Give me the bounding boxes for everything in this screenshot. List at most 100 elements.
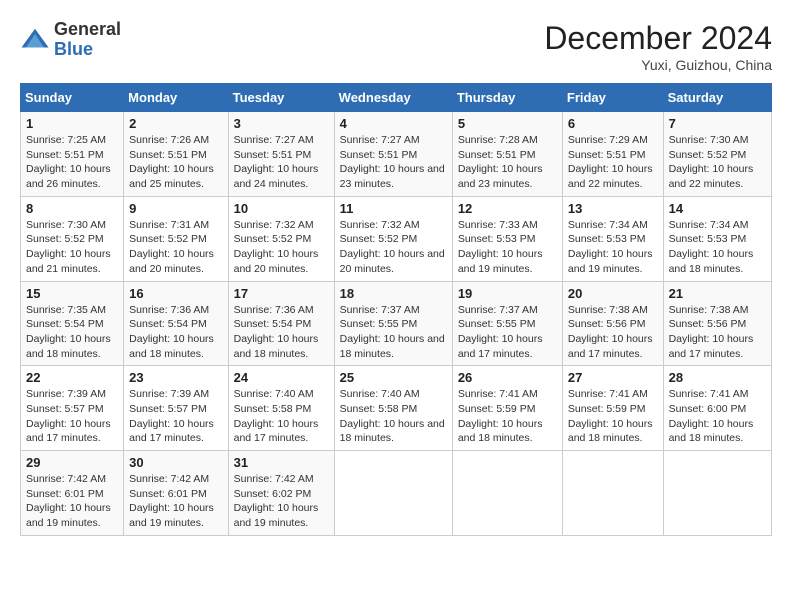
table-row (562, 451, 663, 536)
day-number: 10 (234, 201, 329, 216)
day-number: 2 (129, 116, 222, 131)
table-row: 31 Sunrise: 7:42 AM Sunset: 6:02 PM Dayl… (228, 451, 334, 536)
day-info: Sunrise: 7:30 AM Sunset: 5:52 PM Dayligh… (26, 218, 118, 277)
day-number: 16 (129, 286, 222, 301)
day-number: 11 (340, 201, 447, 216)
table-row: 10 Sunrise: 7:32 AM Sunset: 5:52 PM Dayl… (228, 196, 334, 281)
table-row: 6 Sunrise: 7:29 AM Sunset: 5:51 PM Dayli… (562, 112, 663, 197)
table-row: 12 Sunrise: 7:33 AM Sunset: 5:53 PM Dayl… (452, 196, 562, 281)
day-info: Sunrise: 7:31 AM Sunset: 5:52 PM Dayligh… (129, 218, 222, 277)
day-number: 29 (26, 455, 118, 470)
day-info: Sunrise: 7:41 AM Sunset: 5:59 PM Dayligh… (568, 387, 658, 446)
table-row (452, 451, 562, 536)
day-info: Sunrise: 7:28 AM Sunset: 5:51 PM Dayligh… (458, 133, 557, 192)
table-row: 27 Sunrise: 7:41 AM Sunset: 5:59 PM Dayl… (562, 366, 663, 451)
day-info: Sunrise: 7:33 AM Sunset: 5:53 PM Dayligh… (458, 218, 557, 277)
table-row: 3 Sunrise: 7:27 AM Sunset: 5:51 PM Dayli… (228, 112, 334, 197)
day-info: Sunrise: 7:27 AM Sunset: 5:51 PM Dayligh… (340, 133, 447, 192)
day-info: Sunrise: 7:42 AM Sunset: 6:01 PM Dayligh… (129, 472, 222, 531)
day-number: 6 (568, 116, 658, 131)
day-info: Sunrise: 7:32 AM Sunset: 5:52 PM Dayligh… (340, 218, 447, 277)
table-row: 14 Sunrise: 7:34 AM Sunset: 5:53 PM Dayl… (663, 196, 771, 281)
day-info: Sunrise: 7:41 AM Sunset: 5:59 PM Dayligh… (458, 387, 557, 446)
col-monday: Monday (124, 84, 228, 112)
table-row: 9 Sunrise: 7:31 AM Sunset: 5:52 PM Dayli… (124, 196, 228, 281)
day-number: 23 (129, 370, 222, 385)
table-row: 15 Sunrise: 7:35 AM Sunset: 5:54 PM Dayl… (21, 281, 124, 366)
calendar-table: Sunday Monday Tuesday Wednesday Thursday… (20, 83, 772, 536)
day-info: Sunrise: 7:39 AM Sunset: 5:57 PM Dayligh… (129, 387, 222, 446)
table-row: 22 Sunrise: 7:39 AM Sunset: 5:57 PM Dayl… (21, 366, 124, 451)
calendar-week-row: 15 Sunrise: 7:35 AM Sunset: 5:54 PM Dayl… (21, 281, 772, 366)
day-number: 17 (234, 286, 329, 301)
table-row: 29 Sunrise: 7:42 AM Sunset: 6:01 PM Dayl… (21, 451, 124, 536)
day-number: 28 (669, 370, 766, 385)
day-number: 15 (26, 286, 118, 301)
calendar-week-row: 1 Sunrise: 7:25 AM Sunset: 5:51 PM Dayli… (21, 112, 772, 197)
day-number: 9 (129, 201, 222, 216)
table-row (663, 451, 771, 536)
page-header: General Blue December 2024 Yuxi, Guizhou… (20, 20, 772, 73)
table-row: 30 Sunrise: 7:42 AM Sunset: 6:01 PM Dayl… (124, 451, 228, 536)
table-row: 23 Sunrise: 7:39 AM Sunset: 5:57 PM Dayl… (124, 366, 228, 451)
day-info: Sunrise: 7:42 AM Sunset: 6:02 PM Dayligh… (234, 472, 329, 531)
day-number: 5 (458, 116, 557, 131)
day-info: Sunrise: 7:40 AM Sunset: 5:58 PM Dayligh… (234, 387, 329, 446)
day-number: 27 (568, 370, 658, 385)
day-number: 14 (669, 201, 766, 216)
table-row: 8 Sunrise: 7:30 AM Sunset: 5:52 PM Dayli… (21, 196, 124, 281)
day-number: 26 (458, 370, 557, 385)
table-row: 7 Sunrise: 7:30 AM Sunset: 5:52 PM Dayli… (663, 112, 771, 197)
day-number: 7 (669, 116, 766, 131)
day-info: Sunrise: 7:36 AM Sunset: 5:54 PM Dayligh… (129, 303, 222, 362)
day-info: Sunrise: 7:37 AM Sunset: 5:55 PM Dayligh… (458, 303, 557, 362)
table-row: 28 Sunrise: 7:41 AM Sunset: 6:00 PM Dayl… (663, 366, 771, 451)
col-saturday: Saturday (663, 84, 771, 112)
day-number: 8 (26, 201, 118, 216)
day-number: 25 (340, 370, 447, 385)
day-number: 20 (568, 286, 658, 301)
day-number: 31 (234, 455, 329, 470)
day-info: Sunrise: 7:27 AM Sunset: 5:51 PM Dayligh… (234, 133, 329, 192)
day-number: 21 (669, 286, 766, 301)
col-thursday: Thursday (452, 84, 562, 112)
day-number: 13 (568, 201, 658, 216)
day-info: Sunrise: 7:38 AM Sunset: 5:56 PM Dayligh… (568, 303, 658, 362)
day-number: 12 (458, 201, 557, 216)
day-number: 22 (26, 370, 118, 385)
day-info: Sunrise: 7:38 AM Sunset: 5:56 PM Dayligh… (669, 303, 766, 362)
table-row: 18 Sunrise: 7:37 AM Sunset: 5:55 PM Dayl… (334, 281, 452, 366)
day-info: Sunrise: 7:40 AM Sunset: 5:58 PM Dayligh… (340, 387, 447, 446)
logo: General Blue (20, 20, 121, 60)
col-wednesday: Wednesday (334, 84, 452, 112)
day-info: Sunrise: 7:29 AM Sunset: 5:51 PM Dayligh… (568, 133, 658, 192)
col-sunday: Sunday (21, 84, 124, 112)
day-number: 18 (340, 286, 447, 301)
day-number: 19 (458, 286, 557, 301)
logo-icon (20, 25, 50, 55)
day-number: 4 (340, 116, 447, 131)
location: Yuxi, Guizhou, China (544, 57, 772, 73)
calendar-header-row: Sunday Monday Tuesday Wednesday Thursday… (21, 84, 772, 112)
table-row: 2 Sunrise: 7:26 AM Sunset: 5:51 PM Dayli… (124, 112, 228, 197)
table-row: 17 Sunrise: 7:36 AM Sunset: 5:54 PM Dayl… (228, 281, 334, 366)
calendar-week-row: 22 Sunrise: 7:39 AM Sunset: 5:57 PM Dayl… (21, 366, 772, 451)
day-info: Sunrise: 7:37 AM Sunset: 5:55 PM Dayligh… (340, 303, 447, 362)
day-info: Sunrise: 7:36 AM Sunset: 5:54 PM Dayligh… (234, 303, 329, 362)
day-number: 30 (129, 455, 222, 470)
day-info: Sunrise: 7:34 AM Sunset: 5:53 PM Dayligh… (568, 218, 658, 277)
table-row: 1 Sunrise: 7:25 AM Sunset: 5:51 PM Dayli… (21, 112, 124, 197)
title-block: December 2024 Yuxi, Guizhou, China (544, 20, 772, 73)
table-row: 26 Sunrise: 7:41 AM Sunset: 5:59 PM Dayl… (452, 366, 562, 451)
day-info: Sunrise: 7:26 AM Sunset: 5:51 PM Dayligh… (129, 133, 222, 192)
table-row: 20 Sunrise: 7:38 AM Sunset: 5:56 PM Dayl… (562, 281, 663, 366)
col-friday: Friday (562, 84, 663, 112)
calendar-week-row: 29 Sunrise: 7:42 AM Sunset: 6:01 PM Dayl… (21, 451, 772, 536)
month-title: December 2024 (544, 20, 772, 57)
day-number: 1 (26, 116, 118, 131)
day-info: Sunrise: 7:41 AM Sunset: 6:00 PM Dayligh… (669, 387, 766, 446)
day-info: Sunrise: 7:32 AM Sunset: 5:52 PM Dayligh… (234, 218, 329, 277)
table-row: 25 Sunrise: 7:40 AM Sunset: 5:58 PM Dayl… (334, 366, 452, 451)
table-row: 21 Sunrise: 7:38 AM Sunset: 5:56 PM Dayl… (663, 281, 771, 366)
table-row: 4 Sunrise: 7:27 AM Sunset: 5:51 PM Dayli… (334, 112, 452, 197)
